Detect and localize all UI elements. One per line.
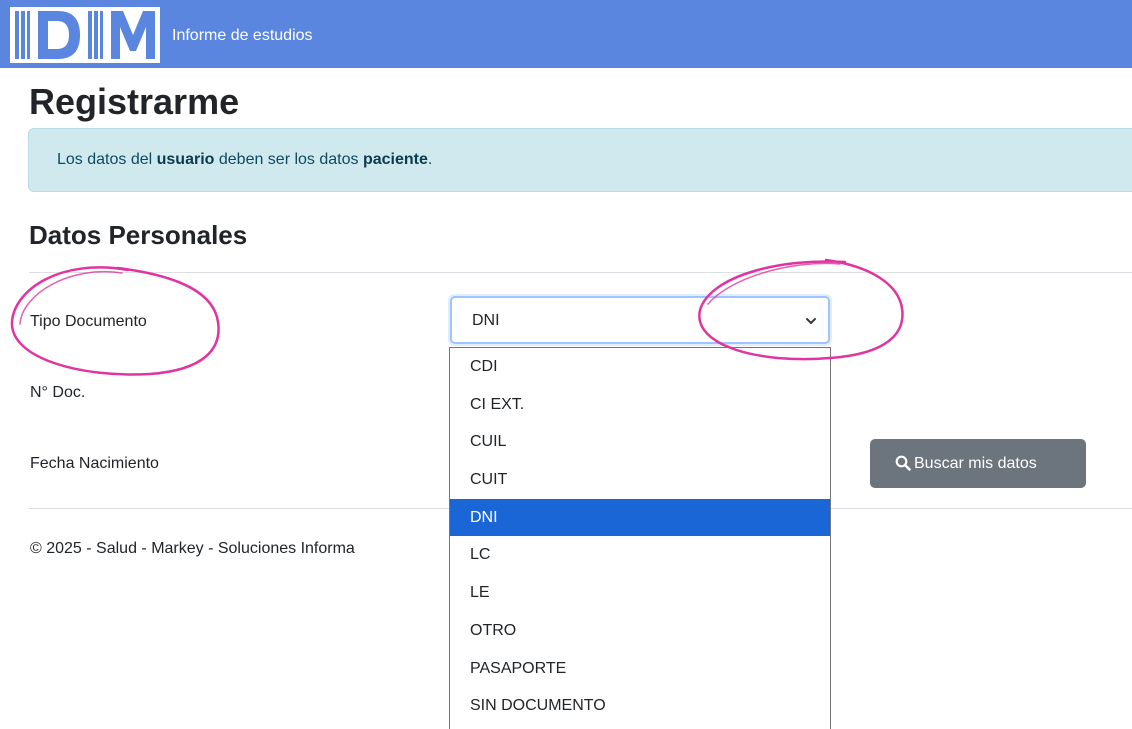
tipo-documento-label: Tipo Documento — [30, 313, 147, 330]
alert-text-middle: deben ser los datos — [214, 151, 363, 168]
alert-text-prefix: Los datos del — [57, 151, 157, 168]
select-value: DNI — [472, 312, 500, 329]
option-cdi[interactable]: CDI — [450, 348, 830, 386]
alert-text-suffix: . — [427, 151, 433, 168]
option-cuit[interactable]: CUIT — [450, 461, 830, 499]
option-cuil[interactable]: CUIL — [450, 423, 830, 461]
option-lc[interactable]: LC — [450, 536, 830, 574]
fecha-nacimiento-label: Fecha Nacimiento — [30, 455, 159, 472]
brand-subtitle[interactable]: Informe de estudios — [172, 27, 313, 45]
buscar-mis-datos-button[interactable]: Buscar mis datos — [870, 439, 1086, 488]
option-ci-ext[interactable]: CI EXT. — [450, 386, 830, 424]
option-pasaporte[interactable]: PASAPORTE — [450, 650, 830, 688]
tipo-documento-select[interactable]: DNI — [450, 296, 830, 344]
section-divider — [29, 272, 1132, 273]
option-sin-documento[interactable]: SIN DOCUMENTO — [450, 687, 830, 725]
option-dni[interactable]: DNI — [450, 498, 830, 537]
top-navbar: Informe de estudios — [0, 0, 1132, 68]
search-icon — [895, 455, 911, 471]
num-doc-label: N° Doc. — [30, 384, 86, 401]
footer-text: © 2025 - Salud - Markey - Soluciones Inf… — [30, 540, 355, 557]
section-title: Datos Personales — [29, 220, 248, 250]
alert-bold-usuario: usuario — [156, 151, 215, 168]
alert-text: Los datos del usuario deben ser los dato… — [57, 151, 432, 169]
tipo-documento-dropdown: CDI CI EXT. CUIL CUIT DNI LC LE OTRO PAS… — [449, 347, 831, 729]
alert-bold-paciente: paciente — [362, 151, 428, 168]
option-otro[interactable]: OTRO — [450, 612, 830, 650]
page-title: Registrarme — [29, 81, 240, 122]
chevron-down-icon — [806, 318, 816, 324]
idim-logo[interactable] — [10, 7, 160, 63]
option-le[interactable]: LE — [450, 574, 830, 612]
info-alert: Los datos del usuario deben ser los dato… — [28, 128, 1132, 192]
search-button-label: Buscar mis datos — [914, 455, 1037, 472]
